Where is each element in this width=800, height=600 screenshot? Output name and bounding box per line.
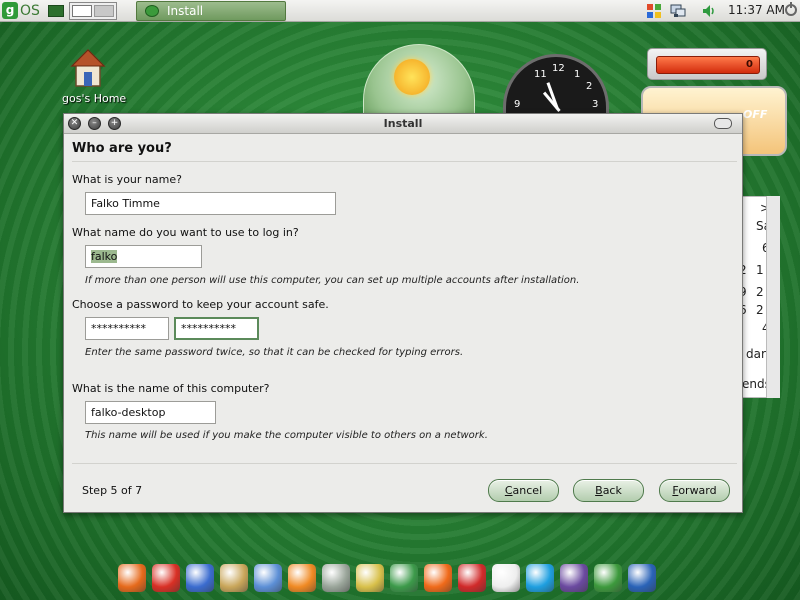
rss-icon[interactable] (288, 564, 316, 592)
forward-label: orward (678, 484, 717, 497)
password-hint: Enter the same password twice, so that i… (85, 347, 464, 358)
password-confirm-input[interactable]: ********** (174, 317, 259, 340)
home-label: gos's Home (62, 92, 127, 105)
calendar-day[interactable]: 2 (756, 303, 764, 317)
shopping-icon[interactable] (356, 564, 384, 592)
battery-level-bar: 0 (656, 56, 760, 74)
computer-question-label: What is the name of this computer? (72, 382, 270, 395)
name-question-label: What is your name? (72, 173, 182, 186)
password-question-label: Choose a password to keep your account s… (72, 298, 329, 311)
footer-divider (72, 463, 737, 464)
cancel-mnemonic: C (504, 484, 513, 497)
top-panel: g OS Install 11:37 AM (0, 0, 800, 22)
news-icon[interactable] (322, 564, 350, 592)
hostname-hint: This name will be used if you make the c… (85, 430, 488, 441)
panel-clock[interactable]: 11:37 AM (728, 3, 785, 17)
username-input[interactable]: falko (85, 245, 202, 268)
calendar-icon[interactable] (186, 564, 214, 592)
workspace-1[interactable] (72, 5, 92, 17)
network-icon[interactable] (670, 3, 686, 19)
back-mnemonic: B (595, 484, 603, 497)
firefox-icon[interactable] (118, 564, 146, 592)
full-name-input[interactable]: Falko Timme (85, 192, 336, 215)
clock-number: 2 (586, 81, 593, 92)
application-dock (112, 560, 688, 596)
home-icon (70, 48, 106, 87)
battery-value: 0 (746, 59, 753, 70)
page-title: Who are you? (72, 141, 172, 156)
sun-icon (394, 59, 430, 95)
window-titlebar[interactable]: ✕ – + Install (64, 114, 742, 134)
back-label: ack (602, 484, 622, 497)
chat-icon[interactable] (492, 564, 520, 592)
gos-menu-label[interactable]: OS (20, 2, 40, 20)
clock-number: 11 (534, 69, 547, 80)
password-input[interactable]: ********** (85, 317, 169, 340)
calendar-label: dar (746, 347, 766, 361)
calendar-day[interactable]: 1 (756, 263, 764, 277)
step-indicator: Step 5 of 7 (82, 484, 143, 497)
workspace-switcher[interactable] (69, 2, 117, 20)
window-title: Install (383, 117, 423, 130)
toggle-off-label: OFF (743, 108, 768, 121)
login-hint: If more than one person will use this co… (85, 275, 580, 286)
openoffice-calc-icon[interactable] (594, 564, 622, 592)
gos-logo-icon[interactable]: g (2, 2, 18, 19)
spreadsheet-icon[interactable] (390, 564, 418, 592)
hostname-input[interactable]: falko-desktop (85, 401, 216, 424)
blogger-icon[interactable] (424, 564, 452, 592)
gmail-icon[interactable] (152, 564, 180, 592)
show-desktop-icon[interactable] (48, 5, 64, 17)
clock-number: 12 (552, 63, 565, 74)
workspace-2[interactable] (94, 5, 114, 17)
shade-icon[interactable] (714, 118, 732, 129)
volume-icon[interactable] (701, 3, 717, 19)
youtube-icon[interactable] (458, 564, 486, 592)
shutdown-icon[interactable] (785, 2, 797, 16)
calendar-scrollbar[interactable] (766, 196, 780, 398)
cancel-label: ancel (512, 484, 543, 497)
photos-icon[interactable] (254, 564, 282, 592)
cancel-button[interactable]: Cancel (488, 479, 559, 502)
taskbar-install-label: Install (167, 4, 204, 18)
install-window: ✕ – + Install Who are you? What is your … (63, 113, 743, 513)
clock-number: 3 (592, 99, 599, 110)
forward-button[interactable]: Forward (659, 479, 730, 502)
back-button[interactable]: Back (573, 479, 644, 502)
battery-widget[interactable]: 0 (647, 48, 767, 80)
skype-icon[interactable] (526, 564, 554, 592)
windows-logo-icon[interactable] (646, 3, 662, 19)
calendar-day[interactable]: 2 (756, 285, 764, 299)
clock-number: 9 (514, 99, 521, 110)
username-selected-text: falko (91, 250, 118, 263)
install-app-icon (145, 5, 159, 17)
openoffice-writer-icon[interactable] (628, 564, 656, 592)
taskbar-install-button[interactable]: Install (136, 1, 286, 21)
maps-icon[interactable] (220, 564, 248, 592)
openoffice-icon[interactable] (560, 564, 588, 592)
login-question-label: What name do you want to use to log in? (72, 226, 299, 239)
clock-number: 1 (574, 69, 581, 80)
heading-divider (72, 161, 737, 162)
